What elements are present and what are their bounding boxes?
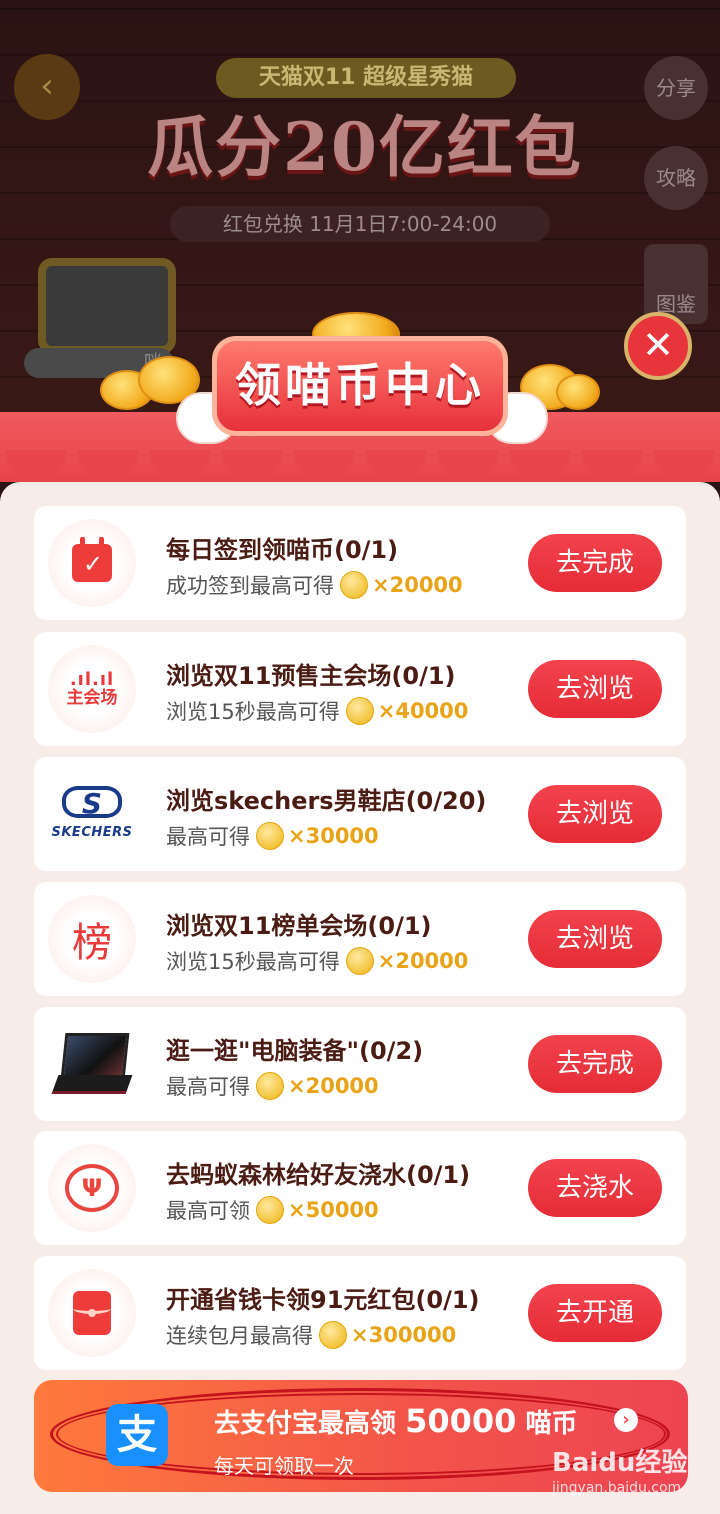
task-title: 去蚂蚁森林给好友浇水(0/1)	[166, 1161, 471, 1189]
skechers-logo-icon: S SKECHERS	[48, 770, 136, 858]
coin-icon	[256, 1072, 284, 1100]
task-reward: ×40000	[377, 699, 469, 723]
task-row-ranking: 榜 浏览双11榜单会场(0/1) 浏览15秒最高可得 ×20000 去浏览	[34, 882, 686, 996]
chevron-left-icon: ‹	[40, 66, 54, 106]
coin-icon	[345, 697, 374, 725]
task-row-computer: 逛一逛"电脑装备"(0/2) 最高可得 ×20000 去完成	[34, 1007, 686, 1121]
task-desc: 最高可得 ×20000	[166, 1072, 379, 1100]
task-button-forest[interactable]: 去浇水	[528, 1159, 662, 1217]
task-desc: 最高可领 ×50000	[166, 1196, 379, 1224]
calendar-check-icon: ✓	[48, 519, 136, 607]
laptop-icon	[48, 1020, 136, 1108]
baidu-watermark-url: jingyan.baidu.com	[552, 1480, 682, 1496]
task-button-skechers[interactable]: 去浏览	[528, 785, 662, 843]
task-title: 浏览双11榜单会场(0/1)	[166, 912, 432, 940]
alipay-subtitle: 每天可领取一次	[214, 1454, 354, 1478]
sprout-icon: Ψ	[48, 1144, 136, 1232]
task-desc: 浏览15秒最高可得 ×20000	[166, 947, 469, 975]
task-button-ranking[interactable]: 去浏览	[528, 910, 662, 968]
banner-title: 瓜分20亿红包	[147, 108, 583, 186]
task-row-checkin: ✓ 每日签到领喵币(0/1) 成功签到最高可得 ×20000 去完成	[34, 506, 686, 620]
coin-icon	[256, 822, 284, 850]
task-reward: ×300000	[351, 1323, 457, 1347]
share-button[interactable]: 分享	[644, 56, 708, 120]
red-envelope-icon	[48, 1269, 136, 1357]
coin-icon	[319, 1321, 347, 1349]
task-title: 开通省钱卡领91元红包(0/1)	[166, 1286, 480, 1314]
coin-icon	[345, 947, 374, 975]
coin-pile-icon	[556, 374, 600, 410]
task-button-computer[interactable]: 去完成	[528, 1035, 662, 1093]
alipay-title: 去支付宝最高领 50000 喵币	[214, 1402, 578, 1440]
coin-icon	[340, 571, 368, 599]
banner-subtitle: 天猫双11 超级星秀猫	[216, 58, 516, 98]
main-venue-icon: .ıl.ıl 主会场	[48, 645, 136, 733]
task-title: 每日签到领喵币(0/1)	[166, 536, 399, 564]
task-row-main-venue: .ıl.ıl 主会场 浏览双11预售主会场(0/1) 浏览15秒最高可得 ×4000…	[34, 632, 686, 746]
task-row-saving-card: 开通省钱卡领91元红包(0/1) 连续包月最高得 ×300000 去开通	[34, 1256, 686, 1370]
task-row-forest: Ψ 去蚂蚁森林给好友浇水(0/1) 最高可领 ×50000 去浇水	[34, 1131, 686, 1245]
task-title: 浏览双11预售主会场(0/1)	[166, 662, 456, 690]
task-desc: 最高可得 ×30000	[166, 822, 379, 850]
banner-date: 红包兑换 11月1日7:00-24:00	[170, 206, 550, 242]
tv-mascot-icon	[38, 258, 176, 354]
alipay-logo-icon: 支	[106, 1404, 168, 1466]
task-reward: ×30000	[288, 824, 379, 848]
task-button-main-venue[interactable]: 去浏览	[528, 660, 662, 718]
task-button-saving-card[interactable]: 去开通	[528, 1284, 662, 1342]
guide-button[interactable]: 攻略	[644, 146, 708, 210]
task-button-checkin[interactable]: 去完成	[528, 534, 662, 592]
baidu-watermark: Baidu经验	[552, 1448, 688, 1478]
ranking-icon: 榜	[48, 895, 136, 983]
task-reward: ×20000	[288, 1074, 379, 1098]
close-button[interactable]: ✕	[624, 312, 692, 380]
task-title: 逛一逛"电脑装备"(0/2)	[166, 1037, 424, 1065]
task-desc: 连续包月最高得 ×300000	[166, 1321, 457, 1349]
task-desc: 成功签到最高可得 ×20000	[166, 571, 463, 599]
task-row-skechers: S SKECHERS 浏览skechers男鞋店(0/20) 最高可得 ×30000…	[34, 757, 686, 871]
back-button[interactable]: ‹	[14, 54, 80, 120]
coin-icon	[256, 1196, 284, 1224]
task-title: 浏览skechers男鞋店(0/20)	[166, 787, 487, 815]
close-icon: ✕	[642, 323, 674, 367]
chevron-right-icon: ›	[614, 1408, 638, 1432]
task-reward: ×50000	[288, 1198, 379, 1222]
modal-title: 领喵币中心	[212, 336, 508, 436]
task-desc: 浏览15秒最高可得 ×40000	[166, 697, 469, 725]
task-reward: ×20000	[372, 573, 463, 597]
task-reward: ×20000	[377, 949, 469, 973]
